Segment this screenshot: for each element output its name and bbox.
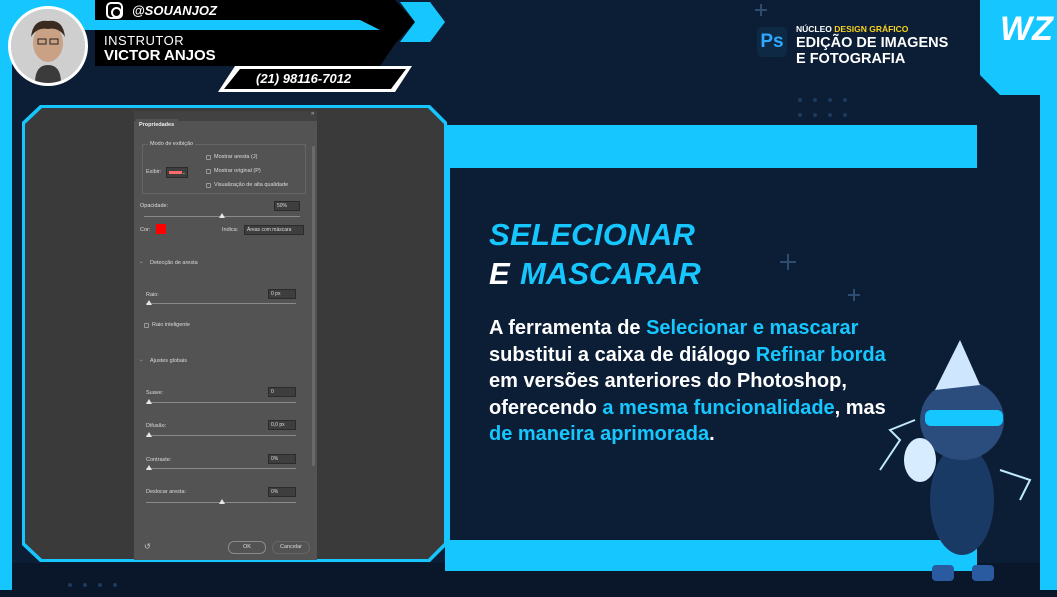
shift-edge-slider-thumb[interactable] bbox=[219, 499, 225, 504]
feather-label: Difusão: bbox=[146, 423, 167, 429]
global-adjust-header[interactable]: Ajustes globais bbox=[150, 358, 187, 364]
highlight-text: de maneira aprimorada bbox=[489, 423, 710, 445]
properties-panel: Propriedades » Modo de exibição Exibir: … bbox=[134, 111, 317, 560]
slide-title-line1: SELECIONAR bbox=[489, 217, 696, 252]
contrast-slider-thumb[interactable] bbox=[146, 465, 152, 470]
view-mode-dropdown[interactable]: ⌄ bbox=[166, 167, 188, 178]
indicates-label: Indica: bbox=[222, 227, 239, 233]
radius-input[interactable]: 0 px bbox=[268, 289, 296, 299]
view-mode-label: Modo de exibição bbox=[148, 141, 196, 147]
edge-detection-header[interactable]: Detecção de aresta bbox=[150, 260, 198, 266]
mask-color-swatch[interactable] bbox=[156, 224, 166, 234]
radius-slider-thumb[interactable] bbox=[146, 300, 152, 305]
show-label: Exibir: bbox=[146, 169, 162, 175]
indicates-dropdown[interactable]: Áreas com máscara bbox=[244, 225, 304, 235]
smooth-label: Suave: bbox=[146, 390, 164, 396]
shift-edge-label: Deslocar aresta: bbox=[146, 489, 187, 495]
body-text: A ferramenta de bbox=[489, 317, 647, 339]
body-text: . bbox=[709, 423, 715, 445]
chevron-down-icon[interactable]: ⌄ bbox=[139, 357, 144, 363]
nucleo-label: NÚCLEO DESIGN GRÁFICO bbox=[796, 24, 909, 34]
smooth-input[interactable]: 0 bbox=[268, 387, 296, 397]
smooth-slider[interactable] bbox=[146, 402, 296, 403]
show-edge-checkbox[interactable] bbox=[206, 155, 211, 160]
feather-input[interactable]: 0,0 px bbox=[268, 420, 296, 430]
phone-number: (21) 98116-7012 bbox=[256, 71, 352, 86]
instagram-icon bbox=[106, 2, 123, 19]
contrast-input[interactable]: 0% bbox=[268, 454, 296, 464]
feather-slider-thumb[interactable] bbox=[146, 432, 152, 437]
shift-edge-input[interactable]: 0% bbox=[268, 487, 296, 497]
brand-logo: WZ bbox=[1000, 10, 1053, 48]
show-original-label: Mostrar original (P) bbox=[214, 168, 261, 174]
body-text: substitui a caixa de diálogo bbox=[489, 343, 756, 366]
radius-label: Raio: bbox=[146, 292, 159, 298]
highlight-text: Refinar borda bbox=[755, 343, 886, 366]
color-label: Cor: bbox=[140, 227, 151, 233]
instructor-name: VICTOR ANJOS bbox=[104, 47, 216, 64]
opacity-label: Opacidade: bbox=[140, 203, 169, 209]
opacity-slider-thumb[interactable] bbox=[219, 213, 225, 218]
slide-title-conjunction: E bbox=[489, 256, 510, 291]
show-edge-label: Mostrar aresta (J) bbox=[214, 154, 258, 160]
photoshop-icon: Ps bbox=[757, 27, 787, 57]
tab-properties[interactable]: Propriedades bbox=[136, 119, 178, 132]
course-title-line1: EDIÇÃO DE IMAGENS bbox=[796, 35, 949, 51]
slide-title-line2: MASCARAR bbox=[520, 256, 701, 291]
opacity-input[interactable]: 50% bbox=[274, 201, 300, 211]
course-title-line2: E FOTOGRAFIA bbox=[796, 51, 906, 67]
instructor-label: INSTRUTOR bbox=[104, 33, 185, 48]
smart-radius-checkbox[interactable] bbox=[144, 323, 149, 328]
smart-radius-label: Raio inteligente bbox=[152, 322, 190, 328]
panel-menu-icon[interactable]: » bbox=[311, 111, 314, 117]
feather-slider[interactable] bbox=[146, 435, 296, 436]
high-quality-label: Visualização de alta qualidade bbox=[214, 182, 289, 188]
instagram-handle: @SOUANJOZ bbox=[132, 3, 217, 18]
radius-slider[interactable] bbox=[146, 303, 296, 304]
cancel-button[interactable]: Cancelar bbox=[272, 541, 310, 554]
body-text: , mas bbox=[834, 396, 886, 419]
chevron-down-icon[interactable]: ⌄ bbox=[139, 259, 144, 265]
instructor-avatar bbox=[8, 6, 88, 86]
ok-button[interactable]: OK bbox=[228, 541, 266, 554]
contrast-slider[interactable] bbox=[146, 468, 296, 469]
chevron-down-icon: ⌄ bbox=[181, 170, 186, 176]
panel-scrollbar[interactable] bbox=[312, 146, 315, 466]
high-quality-checkbox[interactable] bbox=[206, 183, 211, 188]
smooth-slider-thumb[interactable] bbox=[146, 399, 152, 404]
highlight-text: a mesma funcionalidade bbox=[602, 396, 835, 419]
reset-icon[interactable]: ↺ bbox=[144, 542, 151, 551]
contrast-label: Contraste: bbox=[146, 457, 172, 463]
show-original-checkbox[interactable] bbox=[206, 169, 211, 174]
highlight-text: Selecionar e mascarar bbox=[646, 317, 859, 339]
slide-description: A ferramenta de Selecionar e mascarar su… bbox=[489, 315, 889, 448]
